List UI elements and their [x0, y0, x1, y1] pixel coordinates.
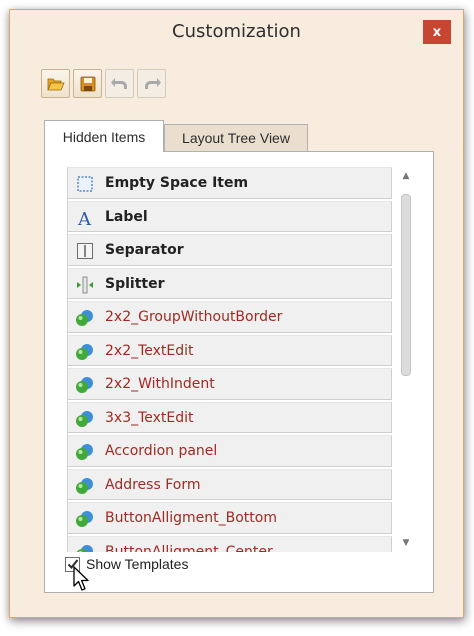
- title-bar[interactable]: Customization x: [10, 10, 463, 52]
- list-item-splitter[interactable]: Splitter: [68, 267, 392, 299]
- show-templates-label: Show Templates: [86, 556, 189, 572]
- scroll-down-arrow-icon[interactable]: ▼: [396, 534, 416, 552]
- list-item-template[interactable]: Accordion panel: [68, 435, 392, 467]
- save-icon: [80, 76, 95, 91]
- hidden-items-list[interactable]: Empty Space Item A Label Separator Split…: [67, 167, 392, 552]
- separator-icon: [75, 241, 95, 261]
- scroll-up-arrow-icon[interactable]: ▲: [396, 167, 416, 185]
- list-item-template[interactable]: 3x3_TextEdit: [68, 401, 392, 433]
- template-icon: [75, 509, 95, 529]
- open-layout-button[interactable]: [41, 69, 70, 98]
- template-icon: [75, 342, 95, 362]
- save-layout-button[interactable]: [73, 69, 102, 98]
- label-icon: A: [75, 208, 95, 228]
- template-icon: [75, 308, 95, 328]
- template-icon: [75, 476, 95, 496]
- list-item-label: Splitter: [105, 275, 165, 292]
- list-item-label: 3x3_TextEdit: [105, 409, 194, 426]
- list-item-label: Empty Space Item: [105, 175, 249, 191]
- list-item-template[interactable]: Address Form: [68, 468, 392, 500]
- empty-space-icon: [75, 174, 95, 194]
- tab-hidden-items[interactable]: Hidden Items: [44, 120, 164, 152]
- list-item-template[interactable]: ButtonAlligment_Center: [68, 535, 392, 553]
- list-item-label: ButtonAlligment_Bottom: [105, 510, 277, 526]
- customization-window: Customization x Hidden Items Layout Tree…: [9, 9, 464, 618]
- template-icon: [75, 409, 95, 429]
- redo-icon: [144, 77, 161, 89]
- window-title: Customization: [172, 21, 301, 42]
- list-item-label: 2x2_GroupWithoutBorder: [105, 309, 283, 325]
- template-icon: [75, 375, 95, 395]
- open-folder-icon: [46, 78, 65, 90]
- list-item-label: 2x2_TextEdit: [105, 342, 194, 359]
- redo-button[interactable]: [137, 69, 166, 98]
- list-item-template[interactable]: 2x2_TextEdit: [68, 334, 392, 366]
- mouse-cursor-icon: [73, 566, 89, 591]
- list-item-template[interactable]: 2x2_WithIndent: [68, 368, 392, 400]
- list-item-label: ButtonAlligment_Center: [105, 543, 273, 553]
- list-item-label: Accordion panel: [105, 443, 218, 459]
- undo-button[interactable]: [105, 69, 134, 98]
- list-item-template[interactable]: 2x2_GroupWithoutBorder: [68, 301, 392, 333]
- list-item-label[interactable]: A Label: [68, 200, 392, 232]
- list-item-template[interactable]: ButtonAlligment_Bottom: [68, 502, 392, 534]
- list-item-label: Address Form: [105, 476, 201, 493]
- list-item-label: 2x2_WithIndent: [105, 376, 215, 392]
- list-item-empty-space-item[interactable]: Empty Space Item: [68, 167, 392, 199]
- close-button[interactable]: x: [423, 20, 451, 44]
- list-item-label: Separator: [105, 242, 184, 258]
- undo-icon: [110, 77, 127, 89]
- scrollbar-thumb[interactable]: [401, 194, 411, 376]
- svg-text:A: A: [77, 209, 92, 227]
- list-item-label: Label: [105, 208, 148, 225]
- template-icon: [75, 543, 95, 552]
- template-icon: [75, 442, 95, 462]
- list-scrollbar[interactable]: ▲ ▼: [396, 167, 416, 552]
- tab-layout-tree-view[interactable]: Layout Tree View: [164, 124, 308, 151]
- toolbar: [41, 69, 166, 101]
- splitter-icon: [75, 275, 95, 295]
- hidden-items-panel: Empty Space Item A Label Separator Split…: [44, 151, 434, 593]
- list-item-separator[interactable]: Separator: [68, 234, 392, 266]
